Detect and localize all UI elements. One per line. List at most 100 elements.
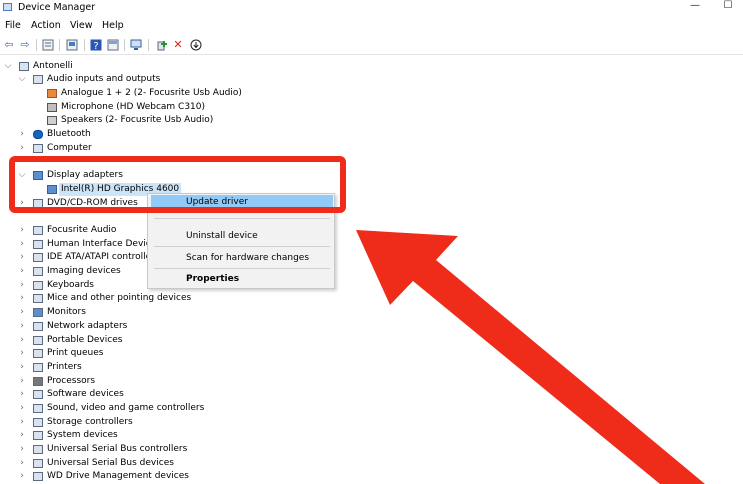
chevron-right-icon[interactable]: ›	[18, 458, 26, 468]
toolbar-separator	[84, 39, 85, 51]
bluetooth-icon	[33, 130, 43, 139]
audio-device-icon	[33, 226, 43, 235]
toolbar: ⇦ ⇨ ? ✕	[0, 36, 743, 55]
chevron-down-icon[interactable]: ⌵	[4, 61, 12, 71]
chevron-right-icon[interactable]: ›	[18, 293, 26, 303]
view-icon[interactable]	[107, 39, 119, 51]
computer-icon[interactable]	[66, 39, 78, 51]
tree-category[interactable]: › System devices	[0, 429, 400, 442]
menu-view[interactable]: View	[70, 20, 93, 31]
chevron-right-icon[interactable]: ›	[18, 307, 26, 317]
tree-category[interactable]: › Storage controllers	[0, 416, 400, 429]
uninstall-device-menu-item[interactable]: Uninstall device	[186, 231, 258, 241]
minimize-icon[interactable]: —	[680, 0, 710, 14]
chevron-right-icon[interactable]: ›	[18, 362, 26, 372]
chevron-right-icon[interactable]: ›	[18, 403, 26, 413]
chevron-right-icon[interactable]: ›	[18, 252, 26, 262]
tree-category[interactable]: › Universal Serial Bus devices	[0, 457, 400, 470]
scan-hardware-menu-item[interactable]: Scan for hardware changes	[186, 253, 309, 263]
usb-icon	[33, 445, 43, 454]
tree-category[interactable]: › Portable Devices	[0, 334, 400, 347]
sound-controller-icon	[33, 404, 43, 413]
chevron-right-icon[interactable]: ›	[18, 348, 26, 358]
chevron-right-icon[interactable]: ›	[18, 225, 26, 235]
menu-separator	[154, 218, 330, 219]
speaker-icon	[47, 116, 57, 125]
chevron-right-icon[interactable]: ›	[18, 444, 26, 454]
chevron-right-icon[interactable]: ›	[18, 143, 26, 153]
window-title: Device Manager	[18, 2, 96, 13]
network-adapter-icon	[33, 322, 43, 331]
annotation-highlight-box	[9, 156, 346, 213]
chevron-right-icon[interactable]: ›	[18, 266, 26, 276]
chevron-right-icon[interactable]: ›	[18, 389, 26, 399]
maximize-icon[interactable]: ☐	[713, 0, 743, 14]
menu-file[interactable]: File	[5, 20, 21, 31]
download-icon[interactable]	[190, 39, 202, 51]
camera-icon	[33, 267, 43, 276]
toolbar-separator	[124, 39, 125, 51]
tree-category[interactable]: › Sound, video and game controllers	[0, 402, 400, 415]
processor-icon	[33, 377, 43, 386]
forward-arrow-icon[interactable]: ⇨	[19, 39, 31, 51]
device-manager-icon	[3, 3, 12, 11]
menu-action[interactable]: Action	[31, 20, 61, 31]
device-tree: ⌵ Antonelli ⌵ Audio inputs and outputs A…	[0, 57, 743, 484]
tree-category[interactable]: › Print queues	[0, 347, 400, 360]
chevron-right-icon[interactable]: ›	[18, 129, 26, 139]
svg-text:?: ?	[93, 41, 98, 51]
chevron-right-icon[interactable]: ›	[18, 280, 26, 290]
tree-root[interactable]: ⌵ Antonelli	[0, 60, 400, 73]
monitor-icon[interactable]	[130, 39, 142, 51]
system-device-icon	[33, 431, 43, 440]
computer-icon	[33, 144, 43, 153]
tree-item-bluetooth[interactable]: › Bluetooth	[0, 128, 400, 141]
tree-category[interactable]: › Universal Serial Bus controllers	[0, 443, 400, 456]
menu-help[interactable]: Help	[102, 20, 124, 31]
back-arrow-icon[interactable]: ⇦	[3, 39, 15, 51]
monitor-icon	[33, 308, 43, 317]
chevron-right-icon[interactable]: ›	[18, 335, 26, 345]
print-queue-icon	[33, 349, 43, 358]
title-bar: Device Manager — ☐	[0, 0, 743, 16]
chevron-right-icon[interactable]: ›	[18, 471, 26, 481]
tree-category[interactable]: › WD Drive Management devices	[0, 470, 400, 483]
tree-category[interactable]: › Software devices	[0, 388, 400, 401]
keyboard-icon	[33, 281, 43, 290]
software-device-icon	[33, 390, 43, 399]
tree-item-audio[interactable]: ⌵ Audio inputs and outputs	[0, 73, 400, 86]
hid-icon	[33, 240, 43, 249]
microphone-icon	[47, 103, 57, 112]
tree-category[interactable]: › Printers	[0, 361, 400, 374]
properties-icon[interactable]	[42, 39, 54, 51]
audio-device-item[interactable]: Speakers (2- Focusrite Usb Audio)	[0, 114, 400, 127]
chevron-right-icon[interactable]: ›	[18, 376, 26, 386]
menu-separator	[154, 268, 330, 269]
tree-category[interactable]: › Monitors	[0, 306, 400, 319]
chevron-right-icon[interactable]: ›	[18, 321, 26, 331]
tree-category[interactable]: › Network adapters	[0, 320, 400, 333]
chevron-right-icon[interactable]: ›	[18, 417, 26, 427]
tree-item-computer[interactable]: › Computer	[0, 142, 400, 155]
uninstall-icon[interactable]: ✕	[172, 39, 184, 51]
help-icon[interactable]: ?	[90, 39, 102, 52]
speaker-icon	[33, 75, 43, 84]
menu-bar: File Action View Help	[0, 18, 743, 34]
printer-icon	[33, 363, 43, 372]
tree-category[interactable]: › Mice and other pointing devices	[0, 292, 400, 305]
drive-icon	[33, 472, 43, 481]
audio-device-item[interactable]: Analogue 1 + 2 (2- Focusrite Usb Audio)	[0, 87, 400, 100]
chevron-right-icon[interactable]: ›	[18, 239, 26, 249]
tree-category[interactable]: › Processors	[0, 375, 400, 388]
chevron-right-icon[interactable]: ›	[18, 430, 26, 440]
properties-menu-item[interactable]: Properties	[186, 274, 239, 284]
audio-device-item[interactable]: Microphone (HD Webcam C310)	[0, 101, 400, 114]
audio-input-icon	[47, 89, 57, 98]
storage-controller-icon	[33, 418, 43, 427]
toolbar-separator	[36, 39, 37, 51]
menu-separator	[154, 246, 330, 247]
chevron-down-icon[interactable]: ⌵	[18, 74, 26, 84]
add-driver-icon[interactable]	[156, 39, 168, 51]
toolbar-separator	[148, 39, 149, 51]
mouse-icon	[33, 294, 43, 303]
